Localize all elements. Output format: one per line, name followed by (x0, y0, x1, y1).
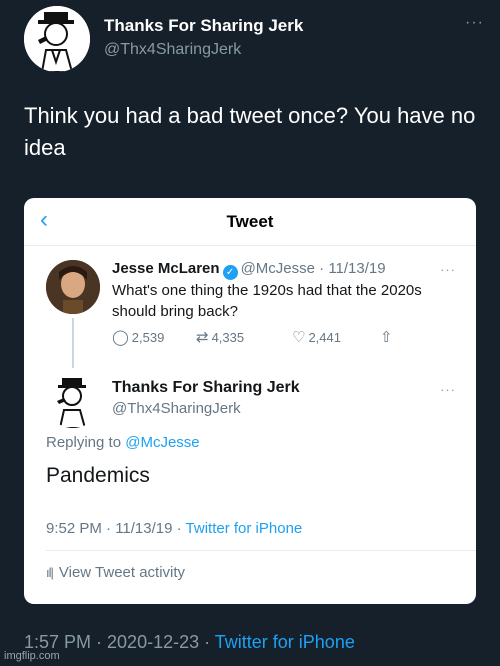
tweet1-header: Jesse McLaren ✓ @McJesse · 11/13/19 (112, 260, 386, 280)
like-icon: ♡ (292, 329, 306, 346)
replying-prefix: Replying to (46, 434, 126, 451)
card-title: Tweet (226, 212, 274, 231)
replying-to: Replying to @McJesse (46, 434, 200, 451)
more-options-icon[interactable]: ··· (465, 14, 484, 32)
tweet2-source-link[interactable]: Twitter for iPhone (186, 520, 303, 537)
reply-icon: ◯ (112, 329, 129, 346)
tweet1-author-name[interactable]: Jesse McLaren (112, 260, 220, 277)
tweet1-text: What's one thing the 1920s had that the … (112, 282, 422, 320)
tweet2-author-name[interactable]: Thanks For Sharing Jerk (112, 379, 300, 397)
tweet2-text: Pandemics (46, 464, 150, 487)
divider (46, 550, 476, 551)
character-avatar-icon (24, 6, 90, 72)
thread-line (72, 318, 74, 368)
tweet2-more-icon[interactable]: ··· (440, 382, 456, 397)
author-handle[interactable]: @Thx4SharingJerk (104, 41, 241, 59)
tweet1-handle-date[interactable]: @McJesse · 11/13/19 (241, 260, 386, 277)
tweet2-meta: 9:52 PM · 11/13/19 · Twitter for iPhone (46, 520, 302, 537)
watermark: imgflip.com (4, 650, 60, 662)
retweet-count: 4,335 (211, 330, 245, 345)
activity-label: View Tweet activity (58, 564, 186, 581)
person-avatar[interactable] (46, 260, 100, 314)
outer-timestamp: 1:57 PM · 2020-12-23 · (24, 632, 215, 652)
share-button[interactable]: ⇧ (380, 328, 396, 346)
tweet2-timestamp: 9:52 PM · 11/13/19 · (46, 520, 186, 537)
replying-mention-link[interactable]: @McJesse (125, 434, 199, 451)
tweet2-author-handle[interactable]: @Thx4SharingJerk (112, 400, 241, 417)
activity-icon: ıl| (46, 565, 54, 580)
avatar[interactable] (46, 374, 100, 428)
view-tweet-activity[interactable]: ıl| View Tweet activity (46, 564, 185, 581)
reply-button[interactable]: ◯ 2,539 (112, 328, 164, 346)
retweet-icon: ⇄ (196, 329, 209, 346)
share-icon: ⇧ (380, 329, 393, 346)
outer-tweet-meta: 1:57 PM · 2020-12-23 · Twitter for iPhon… (24, 632, 355, 653)
tweet1-more-icon[interactable]: ··· (440, 262, 456, 277)
outer-source-link[interactable]: Twitter for iPhone (215, 632, 355, 652)
reply-count: 2,539 (131, 330, 165, 345)
character-avatar-icon (46, 374, 100, 428)
like-button[interactable]: ♡ 2,441 (292, 328, 341, 346)
person-avatar-icon (46, 260, 100, 314)
avatar[interactable] (24, 6, 90, 72)
embedded-tweet-card: ‹ Tweet Jesse McLaren ✓ @McJesse · 11/13/1… (24, 198, 476, 604)
like-count: 2,441 (308, 330, 341, 345)
tweet1-actions: ◯ 2,539 ⇄ 4,335 ♡ 2,441 ⇧ (112, 328, 412, 348)
tweet-text: Think you had a bad tweet once? You have… (24, 103, 476, 160)
verified-icon: ✓ (222, 265, 238, 280)
outer-tweet-header: Thanks For Sharing Jerk @Thx4SharingJerk… (24, 6, 484, 72)
card-nav-bar: ‹ Tweet (24, 198, 476, 246)
author-name[interactable]: Thanks For Sharing Jerk (104, 16, 303, 36)
retweet-button[interactable]: ⇄ 4,335 (196, 328, 244, 346)
